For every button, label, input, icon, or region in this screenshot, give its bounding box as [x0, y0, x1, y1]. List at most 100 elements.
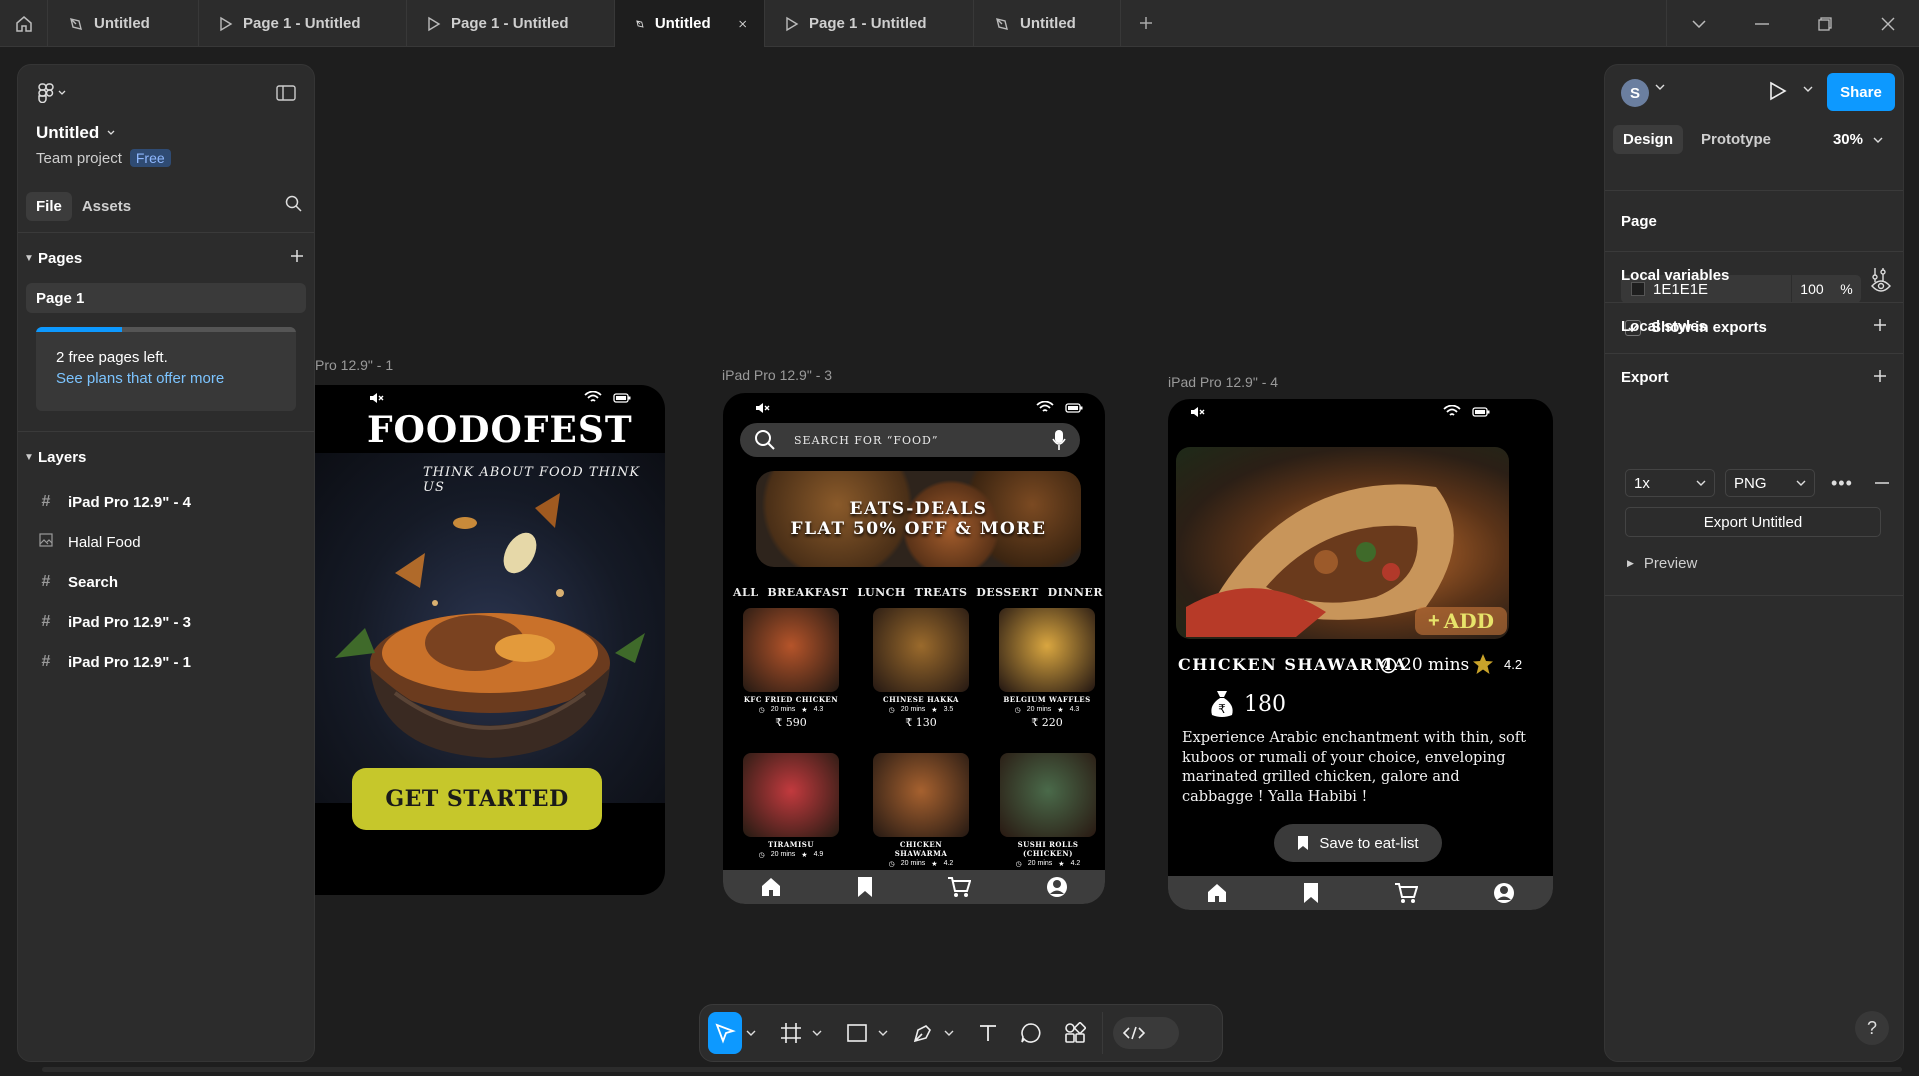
layers-header[interactable]: ▼ Layers — [18, 432, 314, 482]
layer-ipad-pro-4[interactable]: # iPad Pro 12.9" - 4 — [18, 482, 314, 522]
chevron-down-icon[interactable] — [1803, 85, 1813, 93]
frame-tool[interactable] — [774, 1012, 808, 1054]
text-tool[interactable] — [972, 1012, 1004, 1054]
food-search-bar[interactable]: SEARCH FOR “FOOD” — [740, 423, 1080, 457]
frame-label-ipad-4[interactable]: iPad Pro 12.9" - 4 — [1168, 374, 1278, 390]
export-more-options-icon[interactable]: ••• — [1831, 469, 1853, 497]
profile-icon[interactable] — [1493, 882, 1515, 904]
deals-banner[interactable]: EATS-DEALS FLAT 50% OFF & MORE — [756, 471, 1081, 567]
profile-icon[interactable] — [1046, 876, 1068, 898]
dev-mode-toggle[interactable] — [1113, 1017, 1179, 1049]
get-started-button[interactable]: GET STARTED — [352, 768, 602, 830]
cart-icon[interactable] — [1394, 882, 1419, 904]
category-treats[interactable]: TREATS — [915, 586, 968, 599]
pen-tool[interactable] — [906, 1012, 940, 1054]
plus-icon[interactable] — [1873, 369, 1887, 383]
frame-ipad-pro-4[interactable]: + ADD CHICKEN SHAWARMA 20 mins 4.2 ₹ 180… — [1168, 399, 1553, 910]
tab-untitled-1[interactable]: Untitled — [48, 0, 199, 47]
food-tile[interactable]: TIRAMISU ◷ 20 mins ★ 4.9 — [743, 753, 839, 859]
tab-page1-untitled-1[interactable]: Page 1 - Untitled — [199, 0, 407, 47]
layer-ipad-pro-1[interactable]: # iPad Pro 12.9" - 1 — [18, 642, 314, 682]
layer-ipad-pro-3[interactable]: # iPad Pro 12.9" - 3 — [18, 602, 314, 642]
chevron-down-icon[interactable] — [746, 1029, 756, 1037]
page-item-page-1[interactable]: Page 1 — [26, 283, 306, 313]
horizontal-scrollbar[interactable] — [42, 1067, 1902, 1072]
category-all[interactable]: ALL — [733, 586, 759, 599]
chevron-down-icon[interactable] — [944, 1029, 954, 1037]
food-tile[interactable]: KFC FRIED CHICKEN ◷ 20 mins ★ 4.3 ₹ 590 — [743, 608, 839, 729]
pages-header[interactable]: ▼ Pages — [18, 233, 314, 283]
variables-adjust-icon[interactable] — [1871, 267, 1887, 283]
export-scale-select[interactable]: 1x — [1625, 469, 1715, 497]
food-tile[interactable]: BELGIUM WAFFLES ◷ 20 mins ★ 4.3 ₹ 220 — [999, 608, 1095, 729]
tabs-dropdown-button[interactable] — [1667, 0, 1730, 47]
microphone-icon[interactable] — [1052, 429, 1066, 451]
food-tile[interactable]: CHICKEN SHAWARMA ◷ 20 mins ★ 4.2 — [873, 753, 969, 868]
export-preview-toggle[interactable]: ▶ Preview — [1627, 555, 1697, 572]
tab-page1-untitled-2[interactable]: Page 1 - Untitled — [407, 0, 615, 47]
search-button[interactable] — [285, 195, 302, 217]
present-play-icon[interactable] — [1769, 81, 1787, 101]
category-dinner[interactable]: DINNER — [1048, 586, 1103, 599]
shape-tool[interactable] — [840, 1012, 874, 1054]
comment-tool[interactable] — [1014, 1012, 1048, 1054]
tab-untitled-3[interactable]: Untitled — [974, 0, 1121, 47]
save-to-eat-list-button[interactable]: Save to eat-list — [1274, 824, 1442, 862]
tab-untitled-active[interactable]: Untitled — [615, 0, 765, 47]
plus-icon[interactable] — [1873, 318, 1887, 332]
color-swatch[interactable] — [1631, 282, 1645, 296]
add-page-button[interactable] — [290, 249, 304, 267]
add-to-cart-button[interactable]: + ADD — [1415, 607, 1507, 635]
food-tile[interactable]: CHINESE HAKKA ◷ 20 mins ★ 3.5 ₹ 130 — [873, 608, 969, 729]
tab-label: Page 1 - Untitled — [809, 15, 927, 32]
home-icon[interactable] — [1206, 882, 1228, 904]
zoom-dropdown[interactable]: 30% — [1833, 131, 1883, 148]
frame-ipad-pro-3[interactable]: SEARCH FOR “FOOD” EATS-DEALS FLAT 50% OF… — [723, 393, 1105, 904]
food-rating: 3.5 — [943, 706, 954, 713]
category-breakfast[interactable]: BREAKFAST — [767, 586, 848, 599]
cart-icon[interactable] — [947, 876, 972, 898]
home-icon[interactable] — [760, 876, 782, 898]
tab-page1-untitled-3[interactable]: Page 1 - Untitled — [765, 0, 974, 47]
tab-file[interactable]: File — [26, 191, 72, 221]
food-tile[interactable]: SUSHI ROLLS (CHICKEN) ◷ 20 mins ★ 4.2 — [1000, 753, 1096, 868]
frame-ipad-pro-1[interactable]: FOODOFEST THINK ABOUT FOOD THINK US GET … — [315, 385, 665, 895]
export-button[interactable]: Export Untitled — [1625, 507, 1881, 537]
minimize-button[interactable] — [1730, 0, 1793, 47]
frame-label-ipad-1[interactable]: Pro 12.9" - 1 — [315, 357, 393, 373]
bookmark-icon[interactable] — [857, 876, 873, 898]
share-button[interactable]: Share — [1827, 73, 1895, 111]
help-button[interactable]: ? — [1855, 1011, 1889, 1045]
home-button[interactable] — [0, 0, 48, 47]
chevron-down-icon — [107, 130, 115, 135]
avatar[interactable]: S — [1621, 79, 1649, 107]
category-dessert[interactable]: DESSERT — [976, 586, 1039, 599]
restore-button[interactable] — [1793, 0, 1856, 47]
chevron-down-icon[interactable] — [878, 1029, 888, 1037]
opacity-input[interactable]: 100 % — [1791, 275, 1861, 303]
tab-prototype[interactable]: Prototype — [1691, 125, 1781, 154]
plus-icon — [1140, 17, 1152, 29]
actions-tool[interactable] — [1058, 1012, 1092, 1054]
file-title[interactable]: Untitled — [36, 123, 115, 143]
remove-icon[interactable] — [1875, 482, 1889, 484]
export-format-select[interactable]: PNG — [1725, 469, 1815, 497]
category-lunch[interactable]: LUNCH — [857, 586, 905, 599]
main-menu-button[interactable] — [38, 83, 66, 103]
layer-halal-food[interactable]: Halal Food — [18, 522, 314, 562]
close-icon[interactable] — [738, 18, 746, 30]
local-variables-heading[interactable]: Local variables — [1621, 267, 1729, 284]
close-window-button[interactable] — [1856, 0, 1919, 47]
chevron-down-icon[interactable] — [1655, 83, 1665, 91]
tab-design[interactable]: Design — [1613, 125, 1684, 154]
dish-description: Experience Arabic enchantment with thin,… — [1182, 730, 1526, 805]
frame-label-ipad-3[interactable]: iPad Pro 12.9" - 3 — [722, 367, 832, 383]
chevron-down-icon[interactable] — [812, 1029, 822, 1037]
toggle-sidebar-button[interactable] — [276, 85, 296, 106]
bookmark-icon[interactable] — [1303, 882, 1319, 904]
new-tab-button[interactable] — [1121, 0, 1171, 46]
layer-search[interactable]: # Search — [18, 562, 314, 602]
tab-assets[interactable]: Assets — [72, 192, 141, 221]
see-plans-link[interactable]: See plans that offer more — [56, 370, 224, 387]
move-tool[interactable] — [708, 1012, 742, 1054]
